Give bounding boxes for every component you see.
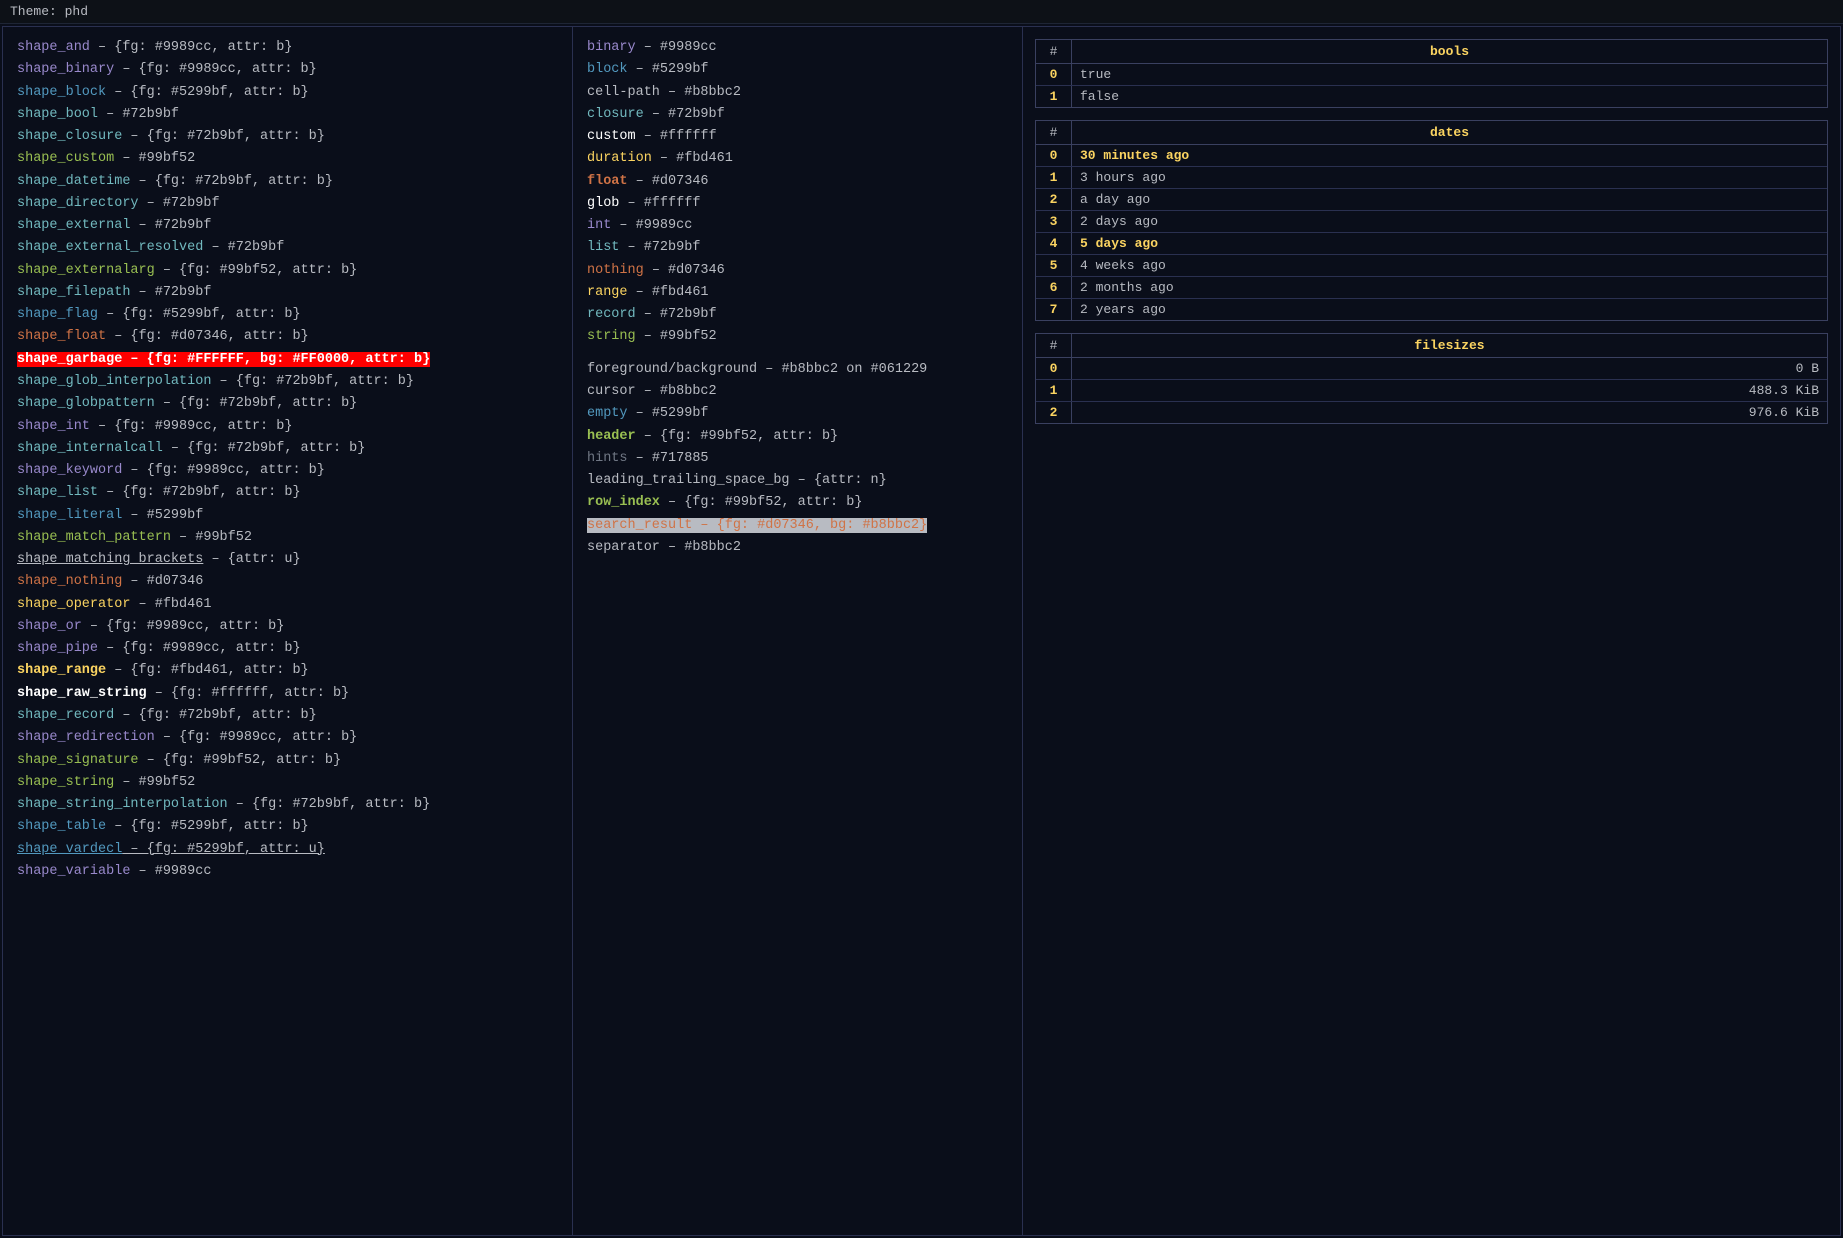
table-row: 7 2 years ago xyxy=(1036,299,1827,320)
table-row: 5 4 weeks ago xyxy=(1036,255,1827,277)
line-cursor: cursor – #b8bbc2 xyxy=(587,381,1008,403)
line-shape-signature: shape_signature – {fg: #99bf52, attr: b} xyxy=(17,750,558,772)
line-shape-nothing: shape_nothing – #d07346 xyxy=(17,571,558,593)
line-string: string – #99bf52 xyxy=(587,326,1008,348)
line-shape-or: shape_or – {fg: #9989cc, attr: b} xyxy=(17,616,558,638)
line-shape-vardecl: shape_vardecl – {fg: #5299bf, attr: u} xyxy=(17,839,558,861)
line-shape-external-resolved: shape_external_resolved – #72b9bf xyxy=(17,237,558,259)
line-custom: custom – #ffffff xyxy=(587,126,1008,148)
bools-table-header: # bools xyxy=(1036,40,1827,64)
line-nothing: nothing – #d07346 xyxy=(587,260,1008,282)
line-shape-string: shape_string – #99bf52 xyxy=(17,772,558,794)
line-leading-trailing: leading_trailing_space_bg – {attr: n} xyxy=(587,470,1008,492)
line-shape-redirection: shape_redirection – {fg: #9989cc, attr: … xyxy=(17,727,558,749)
line-header: header – {fg: #99bf52, attr: b} xyxy=(587,426,1008,448)
line-shape-float: shape_float – {fg: #d07346, attr: b} xyxy=(17,326,558,348)
line-separator: separator – #b8bbc2 xyxy=(587,537,1008,559)
line-list: list – #72b9bf xyxy=(587,237,1008,259)
table-row: 6 2 months ago xyxy=(1036,277,1827,299)
line-shape-raw-string: shape_raw_string – {fg: #ffffff, attr: b… xyxy=(17,683,558,705)
line-closure: closure – #72b9bf xyxy=(587,104,1008,126)
table-row: 0 true xyxy=(1036,64,1827,86)
table-row: 1 3 hours ago xyxy=(1036,167,1827,189)
table-row: 4 5 days ago xyxy=(1036,233,1827,255)
filesizes-table: # filesizes 0 0 B 1 488.3 KiB 2 976.6 Ki… xyxy=(1035,333,1828,424)
col2: binary – #9989cc block – #5299bf cell-pa… xyxy=(573,27,1023,1235)
bools-table: # bools 0 true 1 false xyxy=(1035,39,1828,108)
line-shape-operator: shape_operator – #fbd461 xyxy=(17,594,558,616)
line-shape-globpattern: shape_globpattern – {fg: #72b9bf, attr: … xyxy=(17,393,558,415)
filesizes-table-header: # filesizes xyxy=(1036,334,1827,358)
line-binary: binary – #9989cc xyxy=(587,37,1008,59)
line-shape-binary: shape_binary – {fg: #9989cc, attr: b} xyxy=(17,59,558,81)
col1: shape_and – {fg: #9989cc, attr: b} shape… xyxy=(3,27,573,1235)
line-shape-pipe: shape_pipe – {fg: #9989cc, attr: b} xyxy=(17,638,558,660)
line-shape-flag: shape_flag – {fg: #5299bf, attr: b} xyxy=(17,304,558,326)
line-shape-literal: shape_literal – #5299bf xyxy=(17,505,558,527)
col3: # bools 0 true 1 false # dates 0 30 minu… xyxy=(1023,27,1840,1235)
line-shape-list: shape_list – {fg: #72b9bf, attr: b} xyxy=(17,482,558,504)
line-empty: empty – #5299bf xyxy=(587,403,1008,425)
line-cell-path: cell-path – #b8bbc2 xyxy=(587,82,1008,104)
line-glob: glob – #ffffff xyxy=(587,193,1008,215)
line-shape-datetime: shape_datetime – {fg: #72b9bf, attr: b} xyxy=(17,171,558,193)
line-shape-external: shape_external – #72b9bf xyxy=(17,215,558,237)
line-shape-block: shape_block – {fg: #5299bf, attr: b} xyxy=(17,82,558,104)
line-shape-closure: shape_closure – {fg: #72b9bf, attr: b} xyxy=(17,126,558,148)
line-shape-int: shape_int – {fg: #9989cc, attr: b} xyxy=(17,416,558,438)
line-shape-match-pattern: shape_match_pattern – #99bf52 xyxy=(17,527,558,549)
table-row: 0 30 minutes ago xyxy=(1036,145,1827,167)
line-duration: duration – #fbd461 xyxy=(587,148,1008,170)
line-shape-variable: shape_variable – #9989cc xyxy=(17,861,558,883)
line-search-result: search_result – {fg: #d07346, bg: #b8bbc… xyxy=(587,515,1008,537)
line-record: record – #72b9bf xyxy=(587,304,1008,326)
dates-table-header: # dates xyxy=(1036,121,1827,145)
line-shape-externalarg: shape_externalarg – {fg: #99bf52, attr: … xyxy=(17,260,558,282)
line-row-index: row_index – {fg: #99bf52, attr: b} xyxy=(587,492,1008,514)
line-int: int – #9989cc xyxy=(587,215,1008,237)
table-row: 0 0 B xyxy=(1036,358,1827,380)
line-shape-bool: shape_bool – #72b9bf xyxy=(17,104,558,126)
line-range: range – #fbd461 xyxy=(587,282,1008,304)
table-row: 3 2 days ago xyxy=(1036,211,1827,233)
table-row: 2 976.6 KiB xyxy=(1036,402,1827,423)
line-fg-bg: foreground/background – #b8bbc2 on #0612… xyxy=(587,359,1008,381)
line-shape-string-interpolation: shape_string_interpolation – {fg: #72b9b… xyxy=(17,794,558,816)
line-shape-and: shape_and – {fg: #9989cc, attr: b} xyxy=(17,37,558,59)
table-row: 2 a day ago xyxy=(1036,189,1827,211)
theme-bar: Theme: phd xyxy=(0,0,1843,24)
line-float: float – #d07346 xyxy=(587,171,1008,193)
line-shape-filepath: shape_filepath – #72b9bf xyxy=(17,282,558,304)
line-shape-table: shape_table – {fg: #5299bf, attr: b} xyxy=(17,816,558,838)
dates-table: # dates 0 30 minutes ago 1 3 hours ago 2… xyxy=(1035,120,1828,321)
table-row: 1 false xyxy=(1036,86,1827,107)
line-shape-record: shape_record – {fg: #72b9bf, attr: b} xyxy=(17,705,558,727)
line-shape-keyword: shape_keyword – {fg: #9989cc, attr: b} xyxy=(17,460,558,482)
line-block: block – #5299bf xyxy=(587,59,1008,81)
line-shape-internalcall: shape_internalcall – {fg: #72b9bf, attr:… xyxy=(17,438,558,460)
table-row: 1 488.3 KiB xyxy=(1036,380,1827,402)
line-shape-glob-interpolation: shape_glob_interpolation – {fg: #72b9bf,… xyxy=(17,371,558,393)
line-shape-range: shape_range – {fg: #fbd461, attr: b} xyxy=(17,660,558,682)
line-hints: hints – #717885 xyxy=(587,448,1008,470)
line-shape-garbage: shape_garbage – {fg: #FFFFFF, bg: #FF000… xyxy=(17,349,558,371)
line-shape-directory: shape_directory – #72b9bf xyxy=(17,193,558,215)
line-shape-custom: shape_custom – #99bf52 xyxy=(17,148,558,170)
line-shape-matching-brackets: shape_matching_brackets – {attr: u} xyxy=(17,549,558,571)
